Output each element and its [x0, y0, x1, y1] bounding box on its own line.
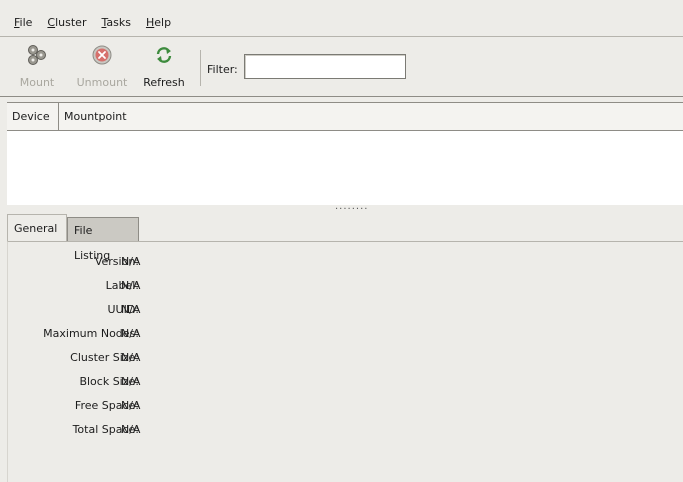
menu-tasks[interactable]: Tasks [101, 16, 130, 29]
info-value: N/A [121, 327, 141, 340]
info-value: N/A [121, 255, 141, 268]
refresh-label: Refresh [143, 76, 185, 89]
tab-general[interactable]: General [7, 214, 67, 242]
toolbar-separator [200, 50, 201, 86]
refresh-icon [156, 47, 172, 63]
menubar-separator [0, 36, 683, 37]
column-header-device[interactable]: Device [7, 103, 59, 131]
info-row-free-space: Free Space: N/A [8, 399, 683, 423]
info-value: N/A [121, 303, 141, 316]
mount-label: Mount [19, 76, 55, 89]
unmount-label: Unmount [76, 76, 128, 89]
info-value: N/A [121, 375, 141, 388]
filter-label: Filter: [207, 63, 238, 76]
info-value: N/A [121, 399, 141, 412]
tab-bar: General File Listing [7, 212, 683, 262]
mount-button[interactable]: Mount [12, 42, 62, 92]
info-row-cluster-size: Cluster Size: N/A [8, 351, 683, 375]
info-value: N/A [121, 279, 141, 292]
general-tab-panel: Version: N/A Label: N/A UUID: N/A Maximu… [7, 241, 683, 482]
unmount-button[interactable]: Unmount [71, 42, 133, 92]
menu-file[interactable]: File [14, 16, 32, 29]
filter-input[interactable] [244, 54, 406, 79]
info-row-uuid: UUID: N/A [8, 303, 683, 327]
info-row-total-space: Total Space: N/A [8, 423, 683, 447]
info-row-version: Version: N/A [8, 255, 683, 279]
menu-help[interactable]: Help [146, 16, 171, 29]
column-header-filler [134, 103, 683, 131]
unmount-icon [92, 45, 112, 65]
refresh-button[interactable]: Refresh [138, 42, 190, 92]
menubar: File Cluster Tasks Help [0, 8, 683, 36]
menu-cluster[interactable]: Cluster [47, 16, 86, 29]
info-row-maximum-nodes: Maximum Nodes: N/A [8, 327, 683, 351]
info-row-block-size: Block Size: N/A [8, 375, 683, 399]
pane-splitter-handle[interactable]: ........ [335, 201, 368, 212]
column-header-mountpoint[interactable]: Mountpoint [59, 103, 134, 131]
tab-file-listing[interactable]: File Listing [67, 217, 139, 262]
device-tree[interactable]: Device Mountpoint [7, 102, 683, 205]
info-value: N/A [121, 423, 141, 436]
toolbar-bottom-border [0, 96, 683, 97]
info-row-label: Label: N/A [8, 279, 683, 303]
info-value: N/A [121, 351, 141, 364]
mount-icon [28, 45, 46, 65]
